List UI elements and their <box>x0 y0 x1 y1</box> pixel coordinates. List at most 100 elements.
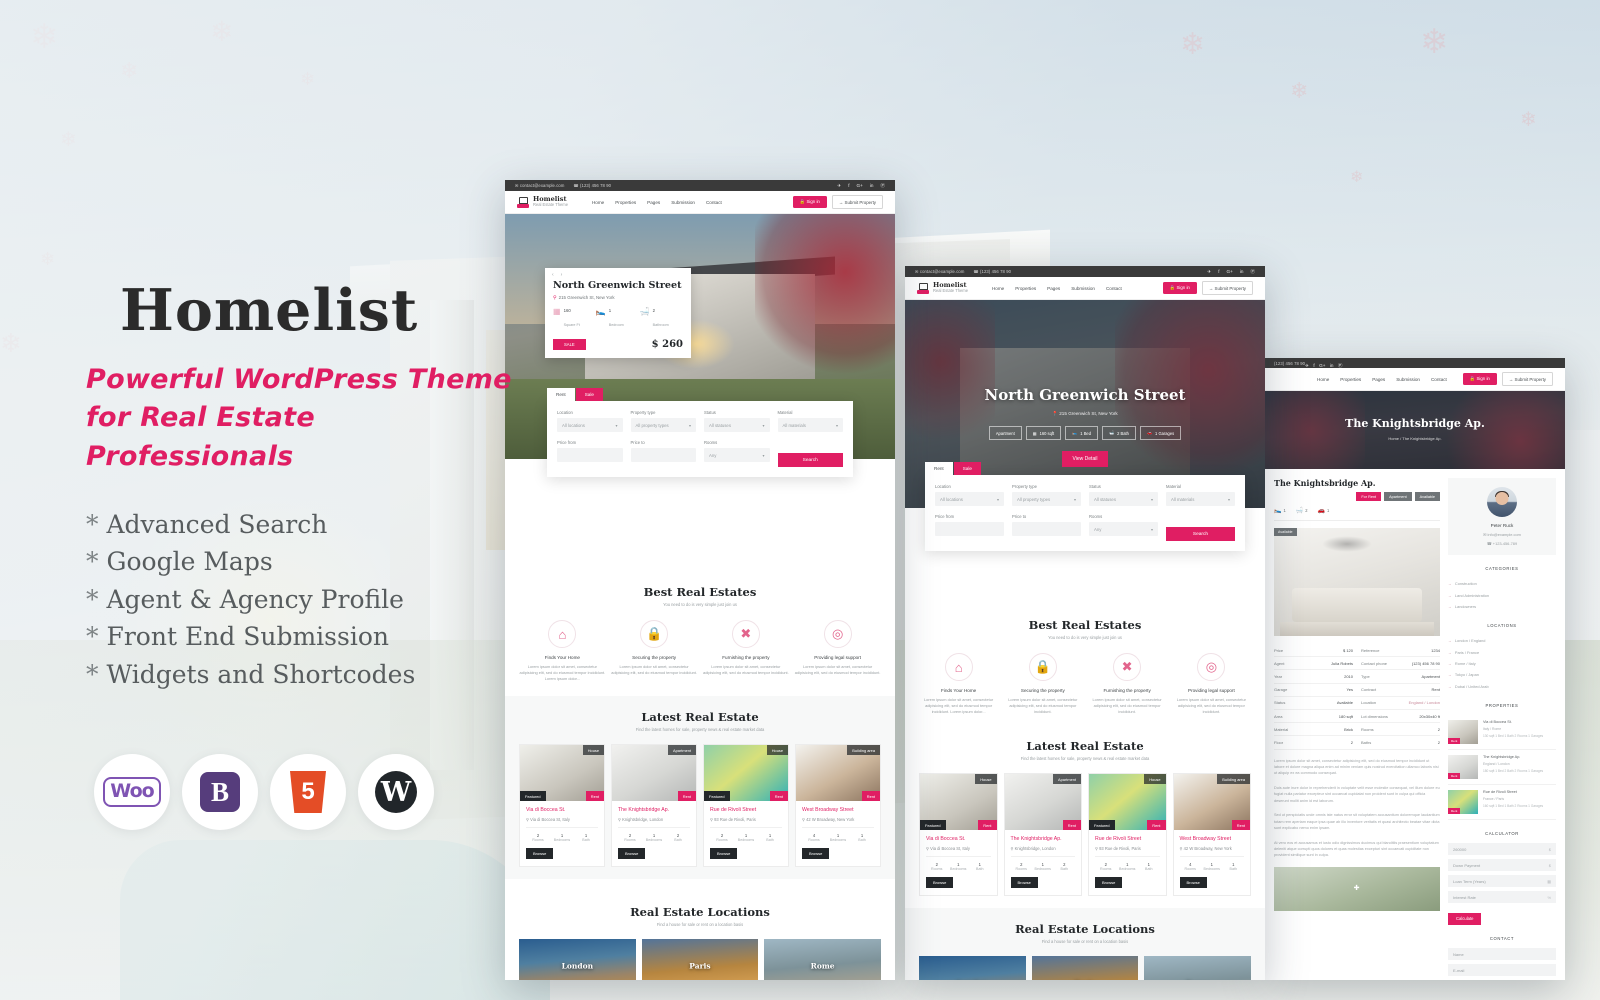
tab-rent[interactable]: Rent <box>925 462 953 475</box>
browse-button[interactable]: Browse <box>710 848 738 860</box>
pinterest-icon[interactable]: Ⓟ <box>1338 363 1343 368</box>
sidebar-item-tokyo[interactable]: → Tokyo / Japan <box>1448 669 1556 680</box>
signin-button[interactable]: 🔒 Sign in <box>1462 372 1497 386</box>
nav-item-properties[interactable]: Properties <box>1340 377 1361 382</box>
twitter-icon[interactable]: ✈ <box>837 183 841 189</box>
property-card[interactable]: Apartment Rent The Knightsbridge Ap. ⚲ K… <box>1003 773 1082 897</box>
location-card-paris[interactable]: Paris 1 listings ⚲France <box>1031 956 1139 980</box>
facebook-icon[interactable]: f <box>1313 363 1314 368</box>
calculate-button[interactable]: Calculate <box>1448 912 1482 925</box>
browse-button[interactable]: Browse <box>1095 877 1123 889</box>
nav-item-pages[interactable]: Pages <box>1372 377 1385 382</box>
nav-item-contact[interactable]: Contact <box>706 200 722 205</box>
nav-item-submission[interactable]: Submission <box>1071 286 1095 291</box>
card-title[interactable]: The Knightsbridge Ap. <box>1011 836 1076 842</box>
location-card-london[interactable]: London 2 listings ⚲England <box>519 939 636 980</box>
location-card-rome[interactable]: Rome 1 listings ⚲Italy <box>764 939 881 980</box>
social-links[interactable]: ✈ f G+ in Ⓟ <box>837 183 885 189</box>
rooms-select[interactable]: Any ▾ <box>704 448 770 462</box>
social-links[interactable]: ✈ f G+ in Ⓟ <box>1207 269 1255 275</box>
card-title[interactable]: West Broadway Street <box>1180 836 1245 842</box>
card-title[interactable]: The Knightsbridge Ap. <box>618 807 690 813</box>
nav-item-home[interactable]: Home <box>992 286 1004 291</box>
browse-button[interactable]: Browse <box>526 848 554 860</box>
calculator-interest-input[interactable]: Interest Rate% <box>1448 891 1556 903</box>
linkedin-icon[interactable]: in <box>1330 363 1334 368</box>
price-from-input[interactable] <box>935 522 1004 536</box>
card-title[interactable]: Via di Boccea St. <box>526 807 598 813</box>
card-title[interactable]: Rue de Rivoli Street <box>710 807 782 813</box>
material-select[interactable]: All materials ▾ <box>1166 492 1235 506</box>
nav-item-pages[interactable]: Pages <box>647 200 660 205</box>
search-tabs[interactable]: Rent Sale <box>547 388 853 401</box>
nav-item-home[interactable]: Home <box>592 200 604 205</box>
brand[interactable]: Homelist Real Estate Theme <box>517 195 568 209</box>
search-button[interactable]: Search <box>1166 527 1235 541</box>
material-select[interactable]: All materials ▾ <box>777 418 843 432</box>
sidebar-item-construction[interactable]: → Construction <box>1448 578 1556 589</box>
signin-button[interactable]: 🔒 Sign in <box>792 195 827 209</box>
price-to-input[interactable] <box>1012 522 1081 536</box>
chevron-left-icon[interactable]: ‹ <box>552 272 554 278</box>
browse-button[interactable]: Browse <box>926 877 954 889</box>
property-type-select[interactable]: All property types ▾ <box>630 418 696 432</box>
submit-property-button[interactable]: → Submit Property <box>1501 372 1553 386</box>
pinterest-icon[interactable]: Ⓟ <box>1250 269 1255 275</box>
sidebar-item-land-administration[interactable]: → Land Administration <box>1448 589 1556 600</box>
tab-sale[interactable]: Sale <box>953 462 981 475</box>
linkedin-icon[interactable]: in <box>1240 269 1244 274</box>
sidebar-item-london[interactable]: → London / England <box>1448 635 1556 646</box>
linkedin-icon[interactable]: in <box>870 183 874 188</box>
price-from-input[interactable] <box>557 448 623 462</box>
browse-button[interactable]: Browse <box>802 848 830 860</box>
facebook-icon[interactable]: f <box>848 183 849 188</box>
nav-item-submission[interactable]: Submission <box>671 200 695 205</box>
nav-item-home[interactable]: Home <box>1317 377 1329 382</box>
property-card[interactable]: House Featured Rent Rue de Rivoli Street… <box>1088 773 1167 897</box>
contact-email-input[interactable]: E-mail <box>1448 964 1556 976</box>
status-select[interactable]: All statuses ▾ <box>704 418 770 432</box>
nav-item-submission[interactable]: Submission <box>1396 377 1420 382</box>
brand[interactable]: Homelist Real Estate Theme <box>917 281 968 295</box>
location-card-london[interactable]: London 2 listings ⚲England <box>919 956 1026 980</box>
card-title[interactable]: Via di Boccea St. <box>926 836 991 842</box>
tab-rent[interactable]: Rent <box>547 388 575 401</box>
carousel-nav[interactable]: ‹ › <box>545 268 691 279</box>
location-select[interactable]: All locations ▾ <box>557 418 623 432</box>
tab-sale[interactable]: Sale <box>575 388 603 401</box>
location-card-paris[interactable]: Paris 1 listings ⚲France <box>641 939 759 980</box>
sidebar-item-rome[interactable]: → Rome / Italy <box>1448 658 1556 669</box>
browse-button[interactable]: Browse <box>1010 877 1038 889</box>
sidebar-item-landowners[interactable]: → Landowners <box>1448 601 1556 612</box>
google-plus-icon[interactable]: G+ <box>1227 269 1233 274</box>
property-card[interactable]: House Featured Rent Rue de Rivoli Street… <box>703 744 789 868</box>
list-item[interactable]: Rent The Knightsbridge Ap. England / Lon… <box>1448 750 1556 785</box>
calculator-loanterm-input[interactable]: Loan Term (Years) ▦ <box>1448 875 1556 887</box>
social-links[interactable]: ✈ f G+ in Ⓟ <box>1305 358 1342 372</box>
property-card[interactable]: House Featured Rent Via di Boccea St. ⚲ … <box>919 773 998 897</box>
browse-button[interactable]: Browse <box>618 848 646 860</box>
nav-item-contact[interactable]: Contact <box>1431 377 1447 382</box>
contact-name-input[interactable]: Name <box>1448 948 1556 960</box>
detail-map[interactable]: ✚ <box>1274 866 1440 911</box>
nav-item-properties[interactable]: Properties <box>1015 286 1036 291</box>
browse-button[interactable]: Browse <box>1179 877 1207 889</box>
list-item[interactable]: Rent Rue de Rivoli Street France / Paris… <box>1448 785 1556 820</box>
twitter-icon[interactable]: ✈ <box>1207 269 1211 275</box>
facebook-icon[interactable]: f <box>1218 269 1219 274</box>
submit-property-button[interactable]: → Submit Property <box>831 195 883 209</box>
card-title[interactable]: West Broadway Street <box>802 807 874 813</box>
detail-gallery[interactable]: Available <box>1274 528 1440 636</box>
nav-links[interactable]: Home Properties Pages Submission Contact <box>992 286 1122 291</box>
sidebar-item-dubai[interactable]: → Dubai / United Arab <box>1448 681 1556 692</box>
location-card-rome[interactable]: Rome 1 listings ⚲Italy <box>1144 956 1251 980</box>
property-card[interactable]: Building area Rent West Broadway Street … <box>1172 773 1251 897</box>
nav-item-contact[interactable]: Contact <box>1106 286 1122 291</box>
property-type-select[interactable]: All property types ▾ <box>1012 492 1081 506</box>
calculator-amount-input[interactable]: 260000 $ <box>1448 843 1556 855</box>
location-select[interactable]: All locations ▾ <box>935 492 1004 506</box>
search-tabs[interactable]: Rent Sale <box>925 462 1245 475</box>
twitter-icon[interactable]: ✈ <box>1305 363 1309 368</box>
chevron-right-icon[interactable]: › <box>561 272 563 278</box>
google-plus-icon[interactable]: G+ <box>857 183 863 188</box>
